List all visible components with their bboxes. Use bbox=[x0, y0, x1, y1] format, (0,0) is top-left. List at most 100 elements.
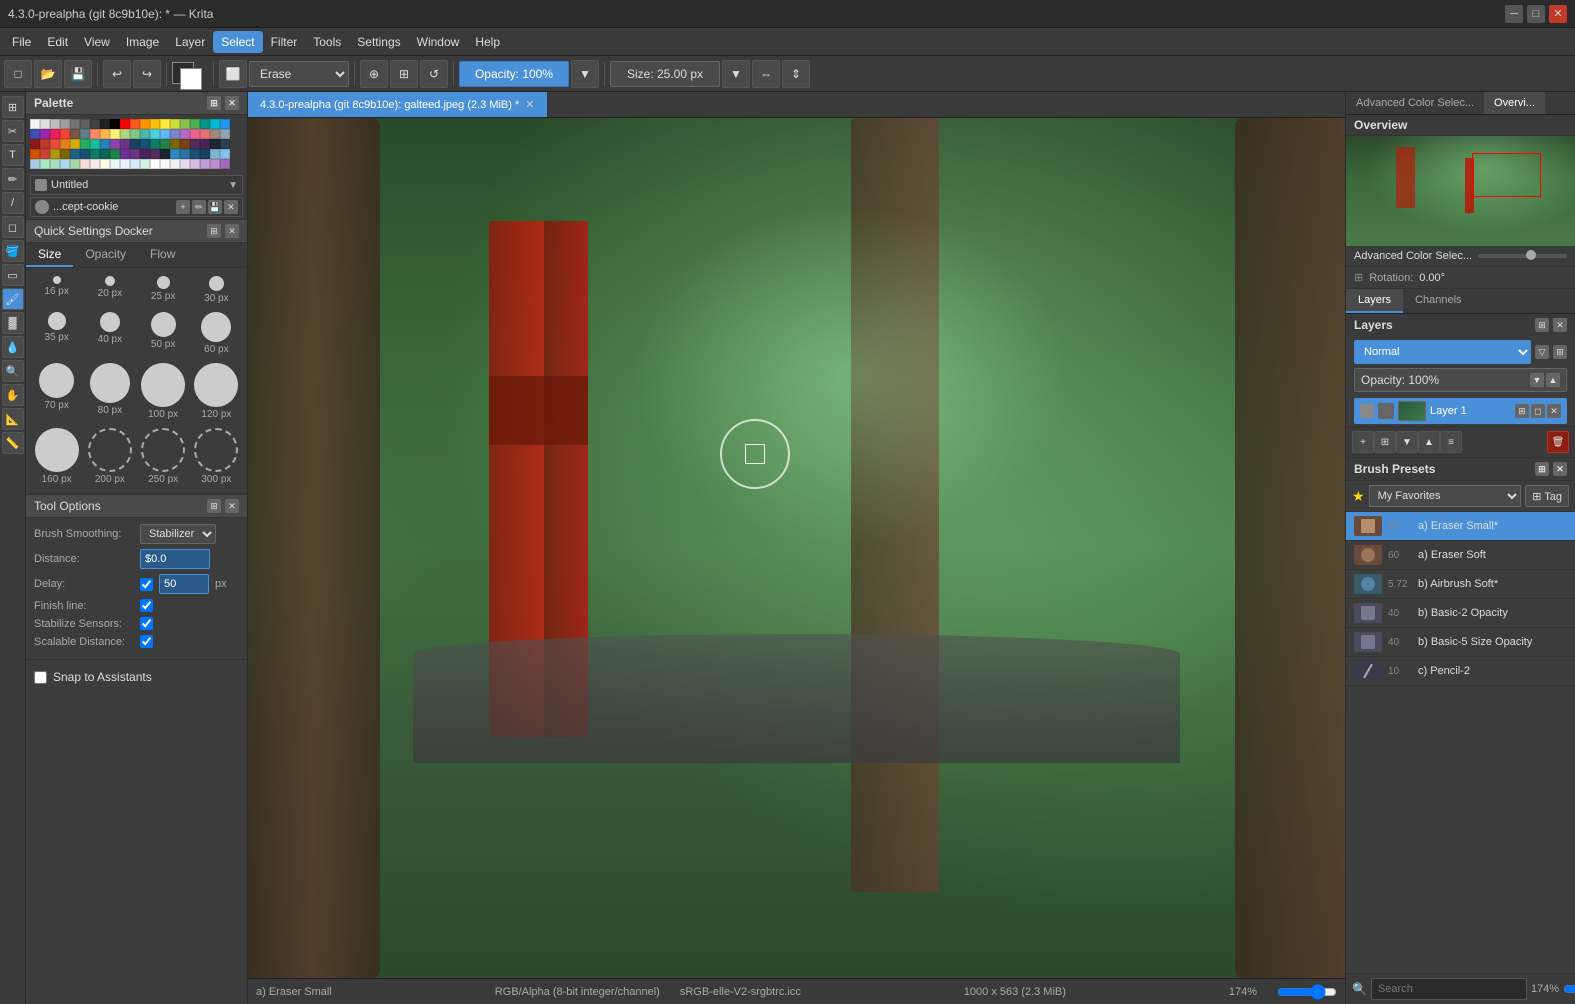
palette-cell[interactable] bbox=[70, 139, 80, 149]
palette-settings-icon[interactable]: ⊞ bbox=[207, 96, 221, 110]
palette-cell[interactable] bbox=[150, 149, 160, 159]
palette-cell[interactable] bbox=[220, 129, 230, 139]
palette-cell[interactable] bbox=[200, 149, 210, 159]
palette-cell[interactable] bbox=[90, 119, 100, 129]
tab-advanced-color[interactable]: Advanced Color Selec... bbox=[1346, 92, 1484, 114]
search-input[interactable] bbox=[1371, 978, 1527, 1000]
palette-cell[interactable] bbox=[130, 139, 140, 149]
tab-channels[interactable]: Channels bbox=[1403, 289, 1473, 313]
palette-cell[interactable] bbox=[160, 159, 170, 169]
brush-size-120[interactable]: 120 px bbox=[194, 363, 239, 420]
preset-item-basic5[interactable]: 40 b) Basic-5 Size Opacity bbox=[1346, 628, 1575, 657]
move-layer-up-button[interactable]: ▲ bbox=[1418, 431, 1440, 453]
palette-cell[interactable] bbox=[150, 159, 160, 169]
palette-cell[interactable] bbox=[110, 149, 120, 159]
layers-settings-icon[interactable]: ⊞ bbox=[1535, 318, 1549, 332]
palette-cell[interactable] bbox=[160, 129, 170, 139]
palette-cell[interactable] bbox=[200, 119, 210, 129]
palette-cell[interactable] bbox=[40, 149, 50, 159]
palette-cell[interactable] bbox=[100, 129, 110, 139]
palette-cell[interactable] bbox=[120, 149, 130, 159]
palette-cell[interactable] bbox=[190, 159, 200, 169]
mirror-h-button[interactable]: ⇔ bbox=[752, 60, 780, 88]
brush-edit-icon[interactable]: ✏ bbox=[192, 200, 206, 214]
brush-selector[interactable]: ...cept-cookie + ✏ 💾 ✕ bbox=[30, 197, 243, 217]
palette-cell[interactable] bbox=[30, 149, 40, 159]
canvas-tab[interactable]: 4.3.0-prealpha (git 8c9b10e): galteed.jp… bbox=[248, 92, 547, 117]
quick-settings-float-icon[interactable]: ⊞ bbox=[207, 224, 221, 238]
zoom-footer-slider[interactable] bbox=[1563, 981, 1575, 997]
menu-view[interactable]: View bbox=[76, 31, 118, 53]
palette-cell[interactable] bbox=[100, 159, 110, 169]
mirror-v-button[interactable]: ⇕ bbox=[782, 60, 810, 88]
maximize-button[interactable]: □ bbox=[1527, 5, 1545, 23]
tool-transform[interactable]: ⊞ bbox=[2, 96, 24, 118]
brush-size-40[interactable]: 40 px bbox=[87, 312, 132, 355]
presets-settings-icon[interactable]: ⊞ bbox=[1535, 462, 1549, 476]
palette-cell[interactable] bbox=[210, 139, 220, 149]
duplicate-layer-button[interactable]: ⊞ bbox=[1374, 431, 1396, 453]
menu-edit[interactable]: Edit bbox=[39, 31, 76, 53]
layer-action-3[interactable]: ✕ bbox=[1547, 404, 1561, 418]
move-layer-down-button[interactable]: ▼ bbox=[1396, 431, 1418, 453]
palette-cell[interactable] bbox=[60, 139, 70, 149]
palette-cell[interactable] bbox=[40, 119, 50, 129]
size-control[interactable]: Size: 25.00 px bbox=[610, 61, 720, 87]
palette-cell[interactable] bbox=[220, 149, 230, 159]
quick-settings-close-icon[interactable]: ✕ bbox=[225, 224, 239, 238]
palette-cell[interactable] bbox=[80, 149, 90, 159]
tool-measure[interactable]: 📏 bbox=[2, 432, 24, 454]
open-button[interactable]: 📂 bbox=[34, 60, 62, 88]
palette-cell[interactable] bbox=[110, 139, 120, 149]
palette-cell[interactable] bbox=[90, 149, 100, 159]
palette-cell[interactable] bbox=[50, 139, 60, 149]
palette-cell[interactable] bbox=[170, 129, 180, 139]
palette-cell[interactable] bbox=[220, 159, 230, 169]
palette-cell[interactable] bbox=[40, 129, 50, 139]
palette-cell[interactable] bbox=[210, 119, 220, 129]
palette-cell[interactable] bbox=[200, 159, 210, 169]
delete-layer-button[interactable]: 🗑 bbox=[1547, 431, 1569, 453]
palette-cell[interactable] bbox=[180, 129, 190, 139]
palette-cell[interactable] bbox=[110, 159, 120, 169]
tool-brush[interactable]: 🖌 bbox=[2, 288, 24, 310]
palette-cell[interactable] bbox=[70, 159, 80, 169]
brush-size-20[interactable]: 20 px bbox=[87, 276, 132, 304]
favorites-dropdown[interactable]: My Favorites bbox=[1369, 485, 1522, 507]
brush-add-icon[interactable]: + bbox=[176, 200, 190, 214]
erase-dropdown[interactable]: Erase bbox=[249, 61, 349, 87]
palette-cell[interactable] bbox=[70, 129, 80, 139]
palette-cell[interactable] bbox=[50, 119, 60, 129]
overview-preview[interactable] bbox=[1346, 136, 1575, 246]
delay-checkbox[interactable] bbox=[140, 578, 153, 591]
palette-cell[interactable] bbox=[50, 159, 60, 169]
palette-cell[interactable] bbox=[200, 139, 210, 149]
palette-cell[interactable] bbox=[110, 129, 120, 139]
brush-size-70[interactable]: 70 px bbox=[34, 363, 79, 420]
brush-size-100[interactable]: 100 px bbox=[141, 363, 186, 420]
palette-cell[interactable] bbox=[170, 159, 180, 169]
canvas-tab-close-icon[interactable]: ✕ bbox=[525, 98, 534, 111]
palette-cell[interactable] bbox=[140, 139, 150, 149]
menu-layer[interactable]: Layer bbox=[167, 31, 213, 53]
palette-cell[interactable] bbox=[160, 119, 170, 129]
palette-cell[interactable] bbox=[120, 139, 130, 149]
palette-cell[interactable] bbox=[30, 139, 40, 149]
tool-assistants[interactable]: 📐 bbox=[2, 408, 24, 430]
size-down-button[interactable]: ▼ bbox=[722, 60, 750, 88]
palette-cell[interactable] bbox=[70, 119, 80, 129]
tool-line[interactable]: / bbox=[2, 192, 24, 214]
palette-cell[interactable] bbox=[210, 159, 220, 169]
tag-button[interactable]: ⊞ Tag bbox=[1525, 485, 1569, 507]
blend-mode-dropdown[interactable]: Normal bbox=[1354, 340, 1531, 364]
tool-options-close-icon[interactable]: ✕ bbox=[225, 499, 239, 513]
palette-cell[interactable] bbox=[180, 139, 190, 149]
brush-size-80[interactable]: 80 px bbox=[87, 363, 132, 420]
palette-cell[interactable] bbox=[200, 129, 210, 139]
brush-size-160[interactable]: 160 px bbox=[34, 428, 79, 485]
palette-cell[interactable] bbox=[70, 149, 80, 159]
brush-delete-icon[interactable]: ✕ bbox=[224, 200, 238, 214]
brush-size-25[interactable]: 25 px bbox=[141, 276, 186, 304]
palette-cell[interactable] bbox=[50, 129, 60, 139]
redo-button[interactable]: ↪ bbox=[133, 60, 161, 88]
